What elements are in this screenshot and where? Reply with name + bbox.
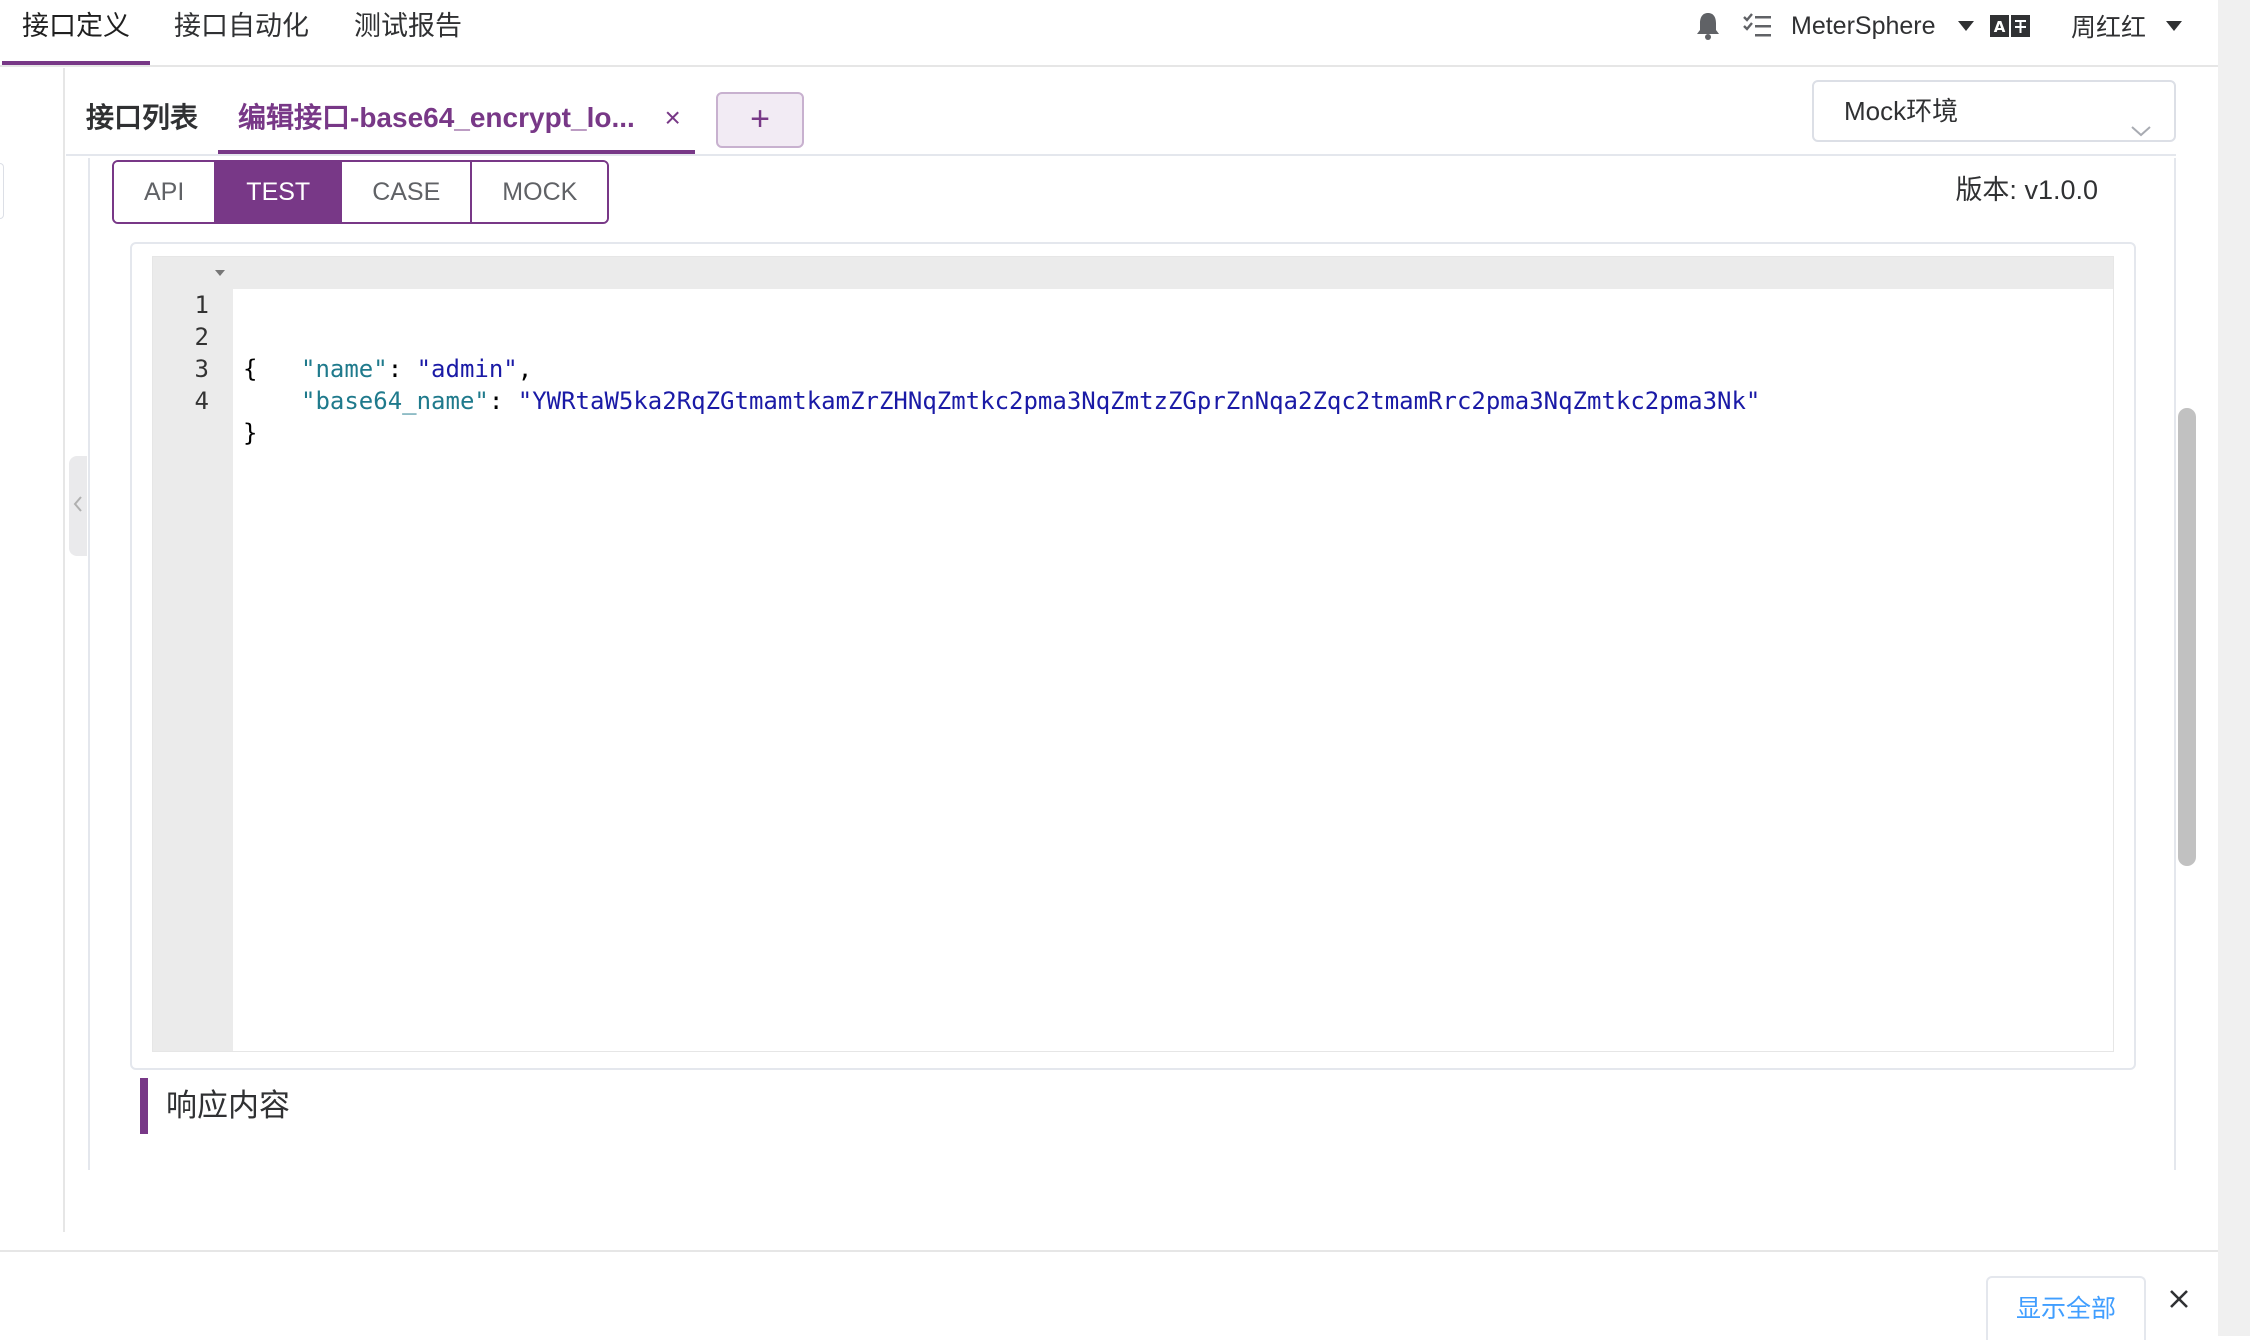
json-separator: :: [488, 387, 518, 415]
nav-tab-api-automation[interactable]: 接口自动化: [154, 0, 329, 65]
module-tree-panel: [0, 68, 65, 1232]
mode-case-button[interactable]: CASE: [342, 162, 473, 222]
window-edge: [2218, 0, 2250, 1336]
response-section-title: 响应内容: [140, 1078, 290, 1134]
mode-test-button[interactable]: TEST: [216, 162, 343, 222]
svg-text:A: A: [1994, 18, 2006, 36]
json-key: "base64_name": [301, 387, 489, 415]
scrollbar-thumb[interactable]: [2178, 408, 2196, 866]
close-icon[interactable]: [2168, 1288, 2190, 1315]
mode-mock-button[interactable]: MOCK: [472, 162, 608, 222]
bottom-panel: 显示全部: [0, 1250, 2218, 1340]
environment-select[interactable]: Mock环境: [1812, 80, 2176, 142]
chevron-down-icon: [2130, 100, 2152, 158]
json-value: "YWRtaW5ka2RqZGtmamtkamZrZHNqZmtkc2pma3N…: [517, 387, 1761, 415]
task-list-icon[interactable]: [1742, 0, 1772, 52]
code-line: 3 "base64_name": "YWRtaW5ka2RqZGtmamtkam…: [153, 321, 1761, 415]
tab-edit-api[interactable]: 编辑接口-base64_encrypt_lo... ×: [218, 88, 695, 154]
code-editor[interactable]: 1 { 2 "name": "admin", 3 "base64_name": …: [152, 256, 2114, 1052]
json-comma: ,: [517, 355, 533, 383]
api-detail-panel: API TEST CASE MOCK 版本: v1.0.0 1 { 2 "nam…: [88, 158, 2176, 1170]
user-name: 周红红: [2071, 14, 2147, 42]
project-name: MeterSphere: [1791, 11, 1936, 40]
top-navigation: 接口定义 接口自动化 测试报告 MeterSphere A 周红红: [0, 0, 2218, 67]
code-line: 1 {: [153, 257, 298, 383]
project-switcher[interactable]: MeterSphere: [1791, 0, 1974, 52]
caret-down-icon: [1957, 21, 1974, 31]
bell-icon[interactable]: [1694, 0, 1722, 52]
translate-icon[interactable]: A: [1990, 0, 2030, 52]
main-content: 接口列表 编辑接口-base64_encrypt_lo... × + Mock环…: [66, 68, 2218, 1170]
active-line-highlight: [153, 257, 2113, 289]
nav-tab-api-definition[interactable]: 接口定义: [2, 0, 150, 65]
json-key: "name": [301, 355, 388, 383]
line-number: 4: [194, 387, 209, 415]
json-value: "admin": [416, 355, 518, 383]
show-all-button[interactable]: 显示全部: [1986, 1276, 2146, 1340]
caret-down-icon: [2166, 21, 2183, 31]
tab-api-list[interactable]: 接口列表: [66, 88, 218, 154]
mode-api-button[interactable]: API: [114, 162, 217, 222]
code-text: "name": "admin",: [301, 353, 532, 385]
tab-edit-api-label: 编辑接口-base64_encrypt_lo...: [238, 102, 635, 133]
mode-switcher: API TEST CASE MOCK: [112, 160, 610, 224]
module-tree-edge: [0, 163, 4, 219]
close-icon[interactable]: ×: [664, 88, 680, 148]
code-text: }: [243, 419, 258, 447]
code-line: 2 "name": "admin",: [153, 289, 533, 383]
json-separator: :: [387, 355, 417, 383]
add-tab-button[interactable]: +: [716, 92, 804, 148]
fold-arrow-icon[interactable]: [215, 270, 225, 276]
code-line: 4 }: [153, 353, 298, 447]
environment-select-value: Mock环境: [1844, 96, 1959, 126]
nav-tab-test-report[interactable]: 测试报告: [334, 0, 482, 65]
code-text: "base64_name": "YWRtaW5ka2RqZGtmamtkamZr…: [301, 385, 1760, 417]
request-body-card: 1 { 2 "name": "admin", 3 "base64_name": …: [130, 242, 2136, 1070]
version-label: 版本: v1.0.0: [1955, 175, 2098, 205]
user-menu[interactable]: 周红红: [2071, 0, 2183, 52]
